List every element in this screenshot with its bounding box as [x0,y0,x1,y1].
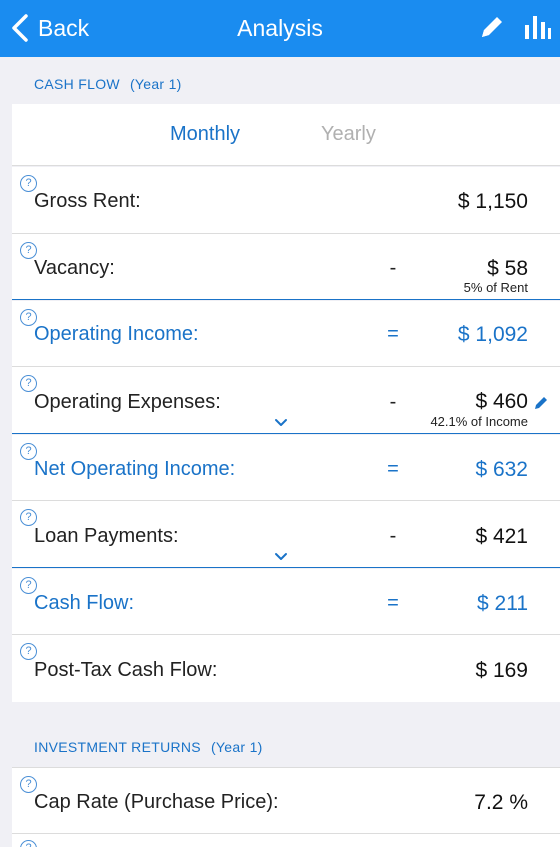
row-label: Cash Flow: [34,592,135,614]
row-value: $ 460 [475,390,528,413]
row-label: Post-Tax Cash Flow: [34,659,218,681]
pencil-icon[interactable] [478,13,506,41]
edit-pencil-icon[interactable] [534,396,548,410]
row-value: $ 632 [475,458,528,481]
row-operator: = [387,323,399,345]
row-cap-rate: ? Cap Rate (Purchase Price): 7.2 % [12,767,560,834]
row-value: 7.2 % [474,791,528,814]
row-post-tax-cash-flow: ? Post-Tax Cash Flow: $ 169 [12,635,560,702]
tab-yearly[interactable]: Yearly [321,123,376,146]
row-label: Net Operating Income: [34,458,236,480]
row-subtext: 5% of Rent [463,280,528,295]
row-gross-rent: ? Gross Rent: $ 1,150 [12,167,560,234]
help-icon[interactable]: ? [20,643,37,660]
period-segmented-control: Monthly Yearly [12,104,560,166]
investment-returns-title: INVESTMENT RETURNS [34,739,201,755]
row-label: Loan Payments: [34,525,179,547]
row-value: $ 1,092 [457,323,528,346]
help-icon[interactable]: ? [20,840,37,847]
row-operator: - [389,525,397,547]
row-cash-flow: ? Cash Flow: = $ 211 [12,569,560,635]
row-vacancy: ? Vacancy: - $ 58 5% of Rent [12,234,560,300]
row-label: Cap Rate (Purchase Price): [34,791,279,813]
row-value: $ 1,150 [457,190,528,213]
row-operator: = [387,458,399,480]
help-icon[interactable]: ? [20,509,37,526]
row-value: $ 421 [475,525,528,548]
row-loan-payments[interactable]: ? Loan Payments: - $ 421 [12,501,560,568]
row-operator: - [389,257,397,279]
investment-returns-year: (Year 1) [210,739,263,755]
row-net-operating-income: ? Net Operating Income: = $ 632 [12,435,560,501]
row-value: $ 169 [475,659,528,682]
chevron-down-icon[interactable] [274,552,288,562]
row-value: $ 211 [477,592,528,615]
row-label: Vacancy: [34,257,115,279]
investment-returns-section-header: INVESTMENT RETURNS (Year 1) [0,739,560,767]
page-title: Analysis [237,15,323,41]
row-label: Operating Income: [34,323,199,345]
row-next-partial: ? [12,834,560,847]
row-label: Operating Expenses: [34,391,221,413]
nav-bar: Back Analysis [0,0,560,57]
tab-monthly[interactable]: Monthly [170,123,240,146]
cash-flow-title: CASH FLOW [34,76,120,92]
cash-flow-year: (Year 1) [129,76,182,92]
row-label: Gross Rent: [34,190,141,212]
bar-chart-icon[interactable] [522,13,552,41]
row-value: $ 58 [487,257,528,280]
row-operator: - [389,391,397,413]
row-operating-income: ? Operating Income: = $ 1,092 [12,301,560,367]
row-subtext: 42.1% of Income [430,414,528,429]
cash-flow-section-header: CASH FLOW (Year 1) [0,76,560,104]
chevron-down-icon[interactable] [274,418,288,428]
row-operating-expenses[interactable]: ? Operating Expenses: - $ 460 42.1% of I… [12,367,560,434]
row-operator: = [387,592,399,614]
help-icon[interactable]: ? [20,375,37,392]
